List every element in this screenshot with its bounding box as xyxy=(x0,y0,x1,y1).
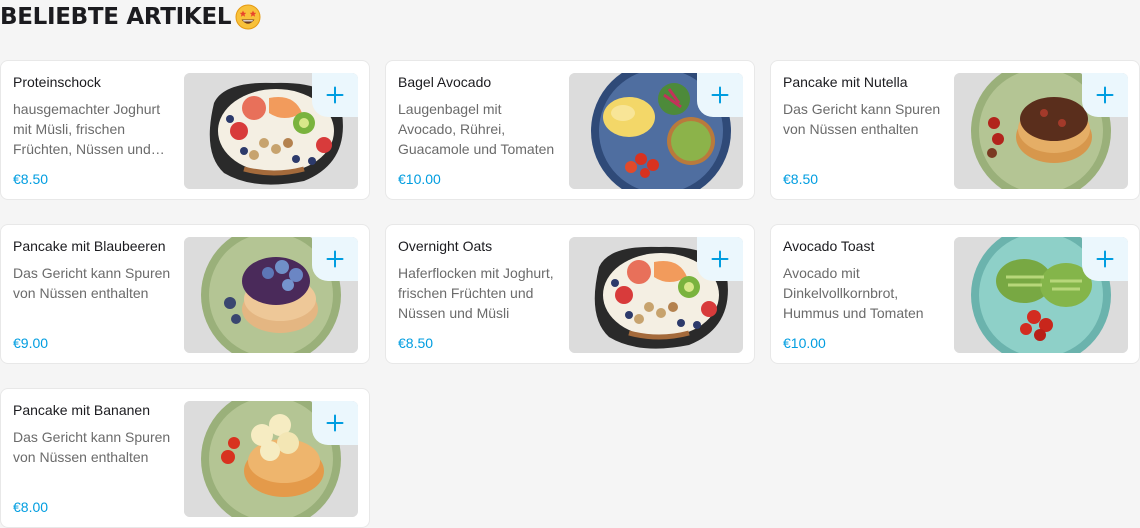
product-name: Proteinschock xyxy=(13,74,101,90)
product-price: €8.00 xyxy=(13,499,49,515)
star-struck-emoji-icon xyxy=(235,4,261,30)
section-title-text: BELIEBTE ARTIKEL xyxy=(0,4,232,30)
product-card[interactable]: Overnight Oats Haferflocken mit Joghurt,… xyxy=(385,224,755,364)
product-name: Pancake mit Bananen xyxy=(13,402,150,418)
add-to-cart-button[interactable] xyxy=(697,237,743,281)
product-description: Laugenbagel mit Avocado, Rührei, Guacamo… xyxy=(398,101,555,157)
product-card[interactable]: Bagel Avocado Laugenbagel mit Avocado, R… xyxy=(385,60,755,200)
product-name: Avocado Toast xyxy=(783,238,875,254)
add-to-cart-button[interactable] xyxy=(312,73,358,117)
product-card[interactable]: Avocado Toast Avocado mit Dinkelvollkorn… xyxy=(770,224,1140,364)
product-name: Pancake mit Nutella xyxy=(783,74,908,90)
product-description: Das Gericht kann Spuren von Nüssen entha… xyxy=(783,101,941,137)
product-name: Overnight Oats xyxy=(398,238,493,254)
product-description: Das Gericht kann Spuren von Nüssen entha… xyxy=(13,265,171,301)
add-to-cart-button[interactable] xyxy=(312,237,358,281)
product-card[interactable]: Pancake mit Bananen Das Gericht kann Spu… xyxy=(0,388,370,528)
product-price: €8.50 xyxy=(783,171,819,187)
section-title: BELIEBTE ARTIKEL xyxy=(0,4,261,30)
plus-icon xyxy=(326,250,344,268)
product-price: €8.50 xyxy=(13,171,49,187)
plus-icon xyxy=(326,414,344,432)
product-description: Haferflocken mit Joghurt, frischen Früch… xyxy=(398,265,554,321)
add-to-cart-button[interactable] xyxy=(697,73,743,117)
add-to-cart-button[interactable] xyxy=(1082,73,1128,117)
product-name: Bagel Avocado xyxy=(398,74,492,90)
add-to-cart-button[interactable] xyxy=(1082,237,1128,281)
plus-icon xyxy=(1096,250,1114,268)
plus-icon xyxy=(1096,86,1114,104)
product-card[interactable]: Pancake mit Blaubeeren Das Gericht kann … xyxy=(0,224,370,364)
plus-icon xyxy=(711,250,729,268)
product-description: Avocado mit Dinkelvollkornbrot, Hummus u… xyxy=(783,265,924,321)
product-card[interactable]: Proteinschock hausgemachter Joghurt mit … xyxy=(0,60,370,200)
product-description: hausgemachter Joghurt mit Müsli, frische… xyxy=(13,101,161,157)
product-price: €10.00 xyxy=(398,171,441,187)
product-description: Das Gericht kann Spuren von Nüssen entha… xyxy=(13,429,171,465)
product-price: €8.50 xyxy=(398,335,434,351)
plus-icon xyxy=(326,86,344,104)
add-to-cart-button[interactable] xyxy=(312,401,358,445)
plus-icon xyxy=(711,86,729,104)
product-price: €9.00 xyxy=(13,335,49,351)
product-card[interactable]: Pancake mit Nutella Das Gericht kann Spu… xyxy=(770,60,1140,200)
product-name: Pancake mit Blaubeeren xyxy=(13,238,166,254)
product-price: €10.00 xyxy=(783,335,826,351)
